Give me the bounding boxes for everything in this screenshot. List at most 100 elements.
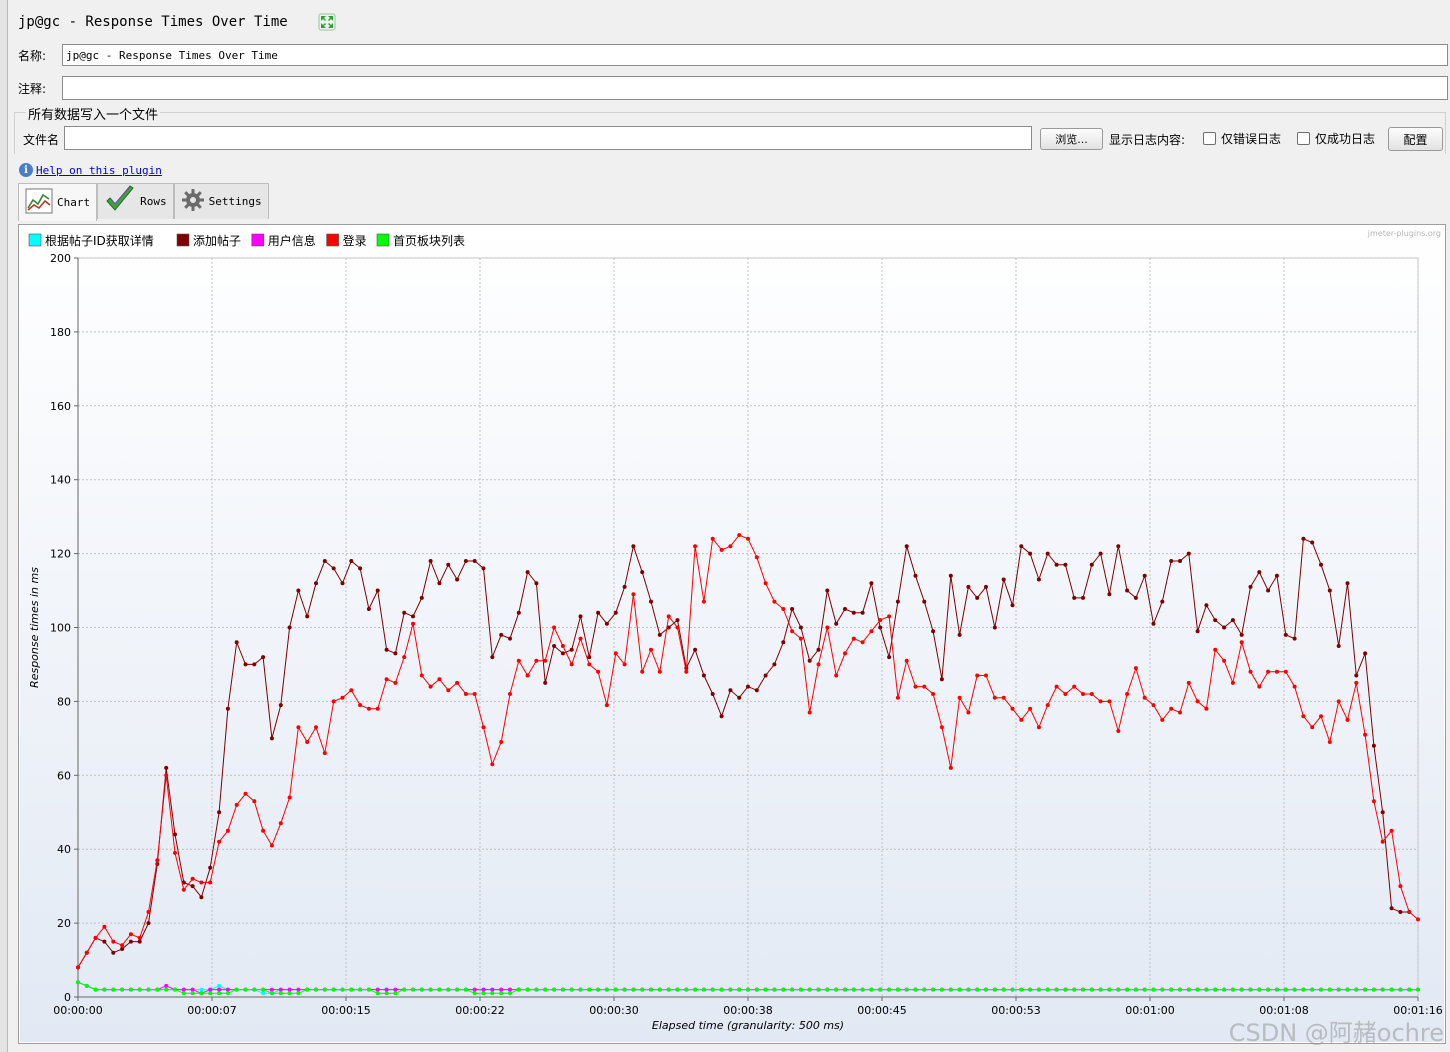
series-point	[146, 921, 151, 926]
series-point	[173, 987, 177, 992]
series-point	[1054, 987, 1059, 992]
series-point	[243, 791, 248, 796]
series-point	[296, 725, 301, 730]
series-point	[587, 655, 592, 660]
config-button[interactable]: 配置	[1388, 127, 1443, 151]
series-point	[913, 573, 918, 578]
help-link-row[interactable]: i Help on this plugin	[19, 163, 162, 177]
file-name-field[interactable]	[64, 126, 1032, 150]
series-point	[1239, 632, 1244, 637]
errors-only-box[interactable]	[1203, 132, 1216, 145]
series-point	[1319, 562, 1323, 567]
series-point	[1063, 692, 1068, 696]
series-point	[1125, 588, 1130, 593]
series-point	[393, 680, 398, 685]
series-point	[790, 987, 795, 992]
checkmark-icon	[104, 185, 136, 218]
help-link[interactable]: Help on this plugin	[36, 164, 162, 177]
series-point	[1407, 987, 1412, 992]
series-point	[1239, 640, 1244, 645]
series-point	[481, 725, 486, 730]
series-point	[217, 839, 222, 844]
series-point	[1354, 673, 1359, 678]
series-point	[816, 647, 821, 652]
series-point	[543, 680, 548, 685]
series-point	[1327, 987, 1332, 992]
series-point	[649, 987, 653, 992]
series-point	[1310, 725, 1315, 730]
series-point	[1310, 987, 1315, 992]
series-point	[1327, 588, 1332, 593]
series-point	[375, 588, 380, 593]
comment-field[interactable]	[62, 76, 1448, 100]
series-point	[1010, 987, 1015, 992]
series-point	[587, 987, 592, 992]
series-point	[225, 991, 230, 996]
series-point	[349, 688, 354, 693]
series-point	[1151, 621, 1156, 626]
series-point	[1028, 706, 1033, 711]
series-point	[948, 573, 953, 578]
series-point	[1354, 680, 1359, 685]
series-point	[1213, 987, 1218, 992]
file-name-label: 文件名	[23, 133, 60, 147]
series-point	[1416, 917, 1420, 922]
browse-button[interactable]: 浏览...	[1040, 128, 1103, 150]
series-point	[137, 987, 142, 992]
errors-only-checkbox[interactable]: 仅错误日志	[1203, 130, 1281, 147]
series-point	[710, 987, 715, 992]
series-point	[1116, 729, 1121, 733]
series-point	[234, 802, 239, 807]
series-point	[490, 991, 495, 996]
series-point	[1371, 987, 1376, 992]
name-field[interactable]	[62, 44, 1448, 66]
legend-label: 添加帖子	[193, 233, 241, 248]
series-point	[446, 987, 451, 992]
success-only-checkbox[interactable]: 仅成功日志	[1297, 130, 1375, 147]
series-point	[1001, 987, 1006, 992]
series-point	[1345, 717, 1350, 722]
series-point	[1072, 987, 1077, 992]
series-point	[851, 636, 856, 641]
series-point	[428, 559, 433, 563]
series-point	[349, 987, 354, 992]
series-point	[331, 699, 336, 704]
tab-rows[interactable]: Rows	[97, 183, 174, 219]
series-point	[878, 618, 883, 623]
tab-settings[interactable]: Settings	[173, 183, 269, 219]
series-point	[878, 987, 883, 992]
series-point	[984, 673, 988, 678]
series-point	[843, 987, 847, 992]
series-point	[1169, 987, 1174, 992]
series-point	[199, 895, 204, 900]
series-point	[613, 987, 618, 992]
series-point	[1089, 692, 1094, 696]
series-point	[1160, 717, 1165, 722]
tab-chart[interactable]: Chart	[18, 183, 98, 221]
series-point	[217, 987, 222, 992]
series-point	[463, 987, 468, 992]
series-point	[1186, 680, 1191, 685]
series-point	[261, 991, 266, 996]
expand-icon[interactable]	[318, 13, 336, 31]
series-point	[490, 655, 495, 660]
series-point	[102, 939, 107, 944]
y-tick-label: 180	[50, 326, 71, 339]
success-only-box[interactable]	[1297, 132, 1310, 145]
series-point	[657, 987, 662, 992]
y-tick-label: 20	[57, 917, 71, 930]
series-point	[1274, 669, 1279, 674]
series-point	[851, 987, 856, 992]
series-point	[1380, 839, 1385, 844]
series-point	[543, 658, 548, 663]
series-point	[649, 647, 653, 652]
series-point	[931, 692, 936, 696]
x-tick-label: 00:00:15	[321, 1004, 370, 1017]
series-point	[1195, 629, 1200, 634]
series-point	[816, 662, 821, 667]
series-point	[1107, 592, 1112, 597]
series-point	[1178, 559, 1182, 563]
success-only-label: 仅成功日志	[1315, 132, 1376, 146]
series-point	[1010, 603, 1015, 608]
series-point	[534, 987, 539, 992]
